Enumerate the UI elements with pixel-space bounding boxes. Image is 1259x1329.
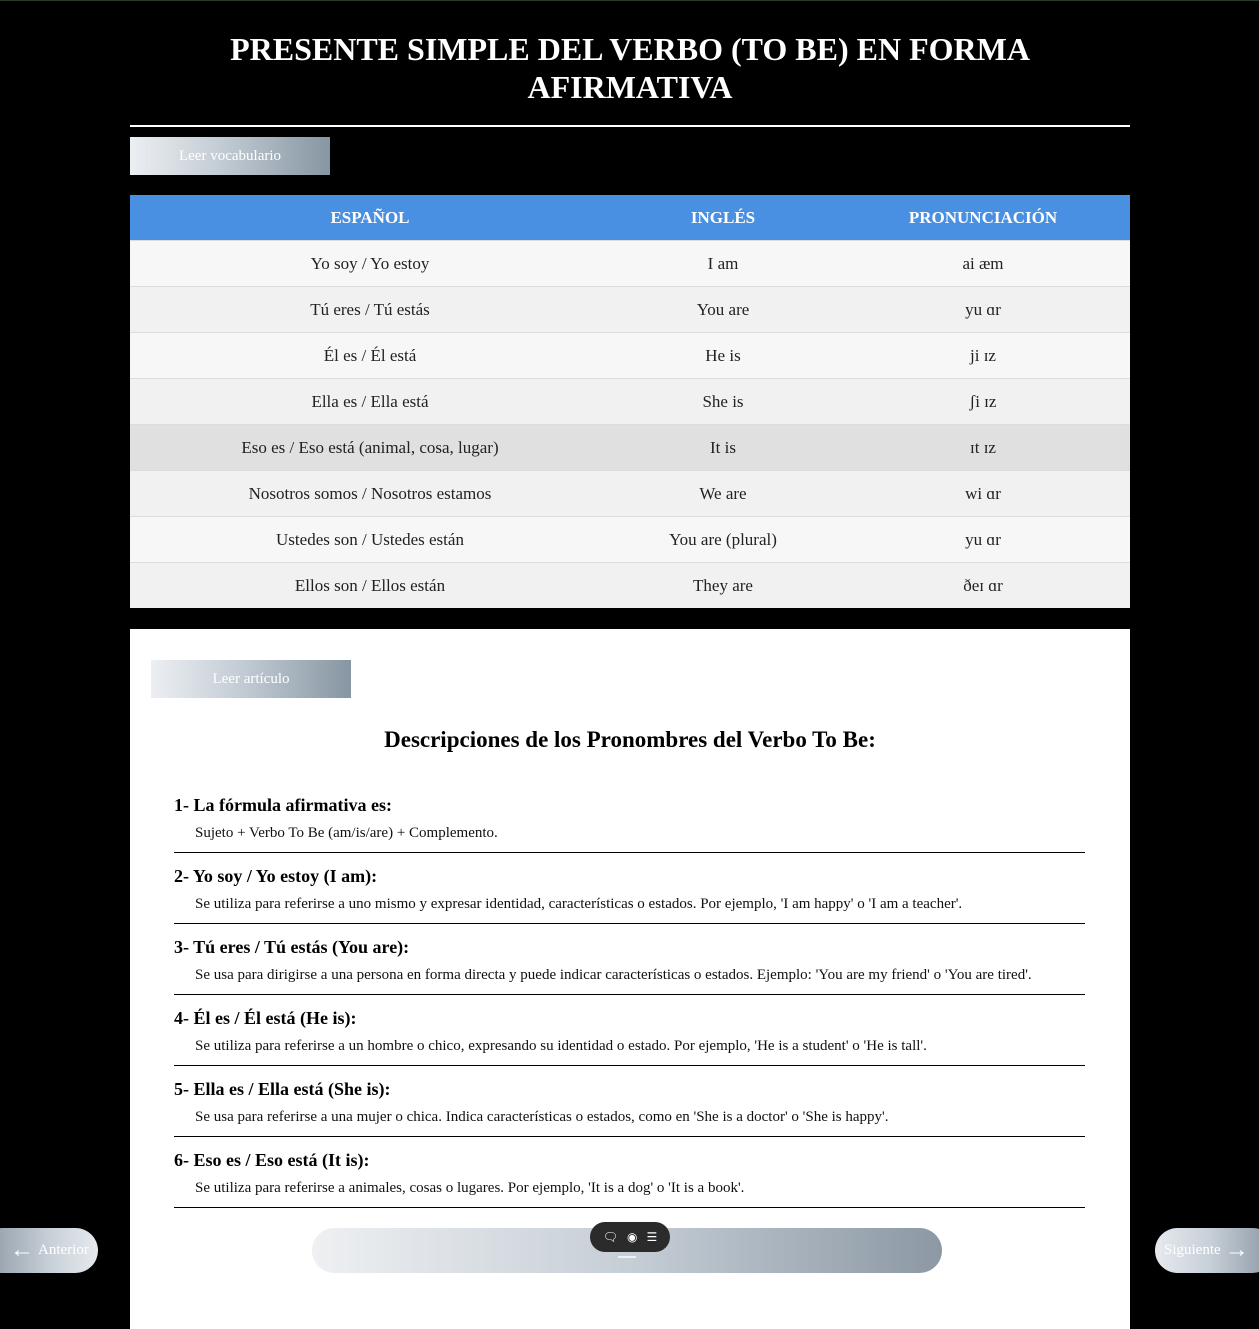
cell-pronunciation: ai æm	[836, 240, 1130, 287]
list-item: 2- Yo soy / Yo estoy (I am): Se utiliza …	[174, 865, 1085, 924]
cell-pronunciation: ðeɪ ɑr	[836, 562, 1130, 608]
item-heading: 6- Eso es / Eso está (It is):	[174, 1150, 370, 1170]
list-item: 6- Eso es / Eso está (It is): Se utiliza…	[174, 1149, 1085, 1208]
cell-spanish: Ellos son / Ellos están	[130, 562, 610, 608]
cell-spanish: Ella es / Ella está	[130, 378, 610, 425]
cell-english: You are	[610, 286, 836, 333]
cell-english: She is	[610, 378, 836, 425]
vocabulary-table: ESPAÑOL INGLÉS PRONUNCIACIÓN Yo soy / Yo…	[130, 195, 1130, 608]
cell-english: I am	[610, 240, 836, 287]
cell-spanish: Ustedes son / Ustedes están	[130, 516, 610, 563]
cell-pronunciation: ɪt ɪz	[836, 424, 1130, 471]
drag-handle[interactable]	[618, 1256, 636, 1258]
column-header-english: INGLÉS	[610, 195, 836, 241]
arrow-right-icon: →	[1224, 1237, 1249, 1263]
cell-english: You are (plural)	[610, 516, 836, 563]
previous-label: Anterior	[38, 1242, 89, 1258]
page-title: PRESENTE SIMPLE DEL VERBO (TO BE) EN FOR…	[230, 31, 1030, 105]
item-heading: 4- Él es / Él está (He is):	[174, 1008, 357, 1028]
item-text: Se utiliza para referirse a un hombre o …	[195, 1038, 927, 1054]
item-text: Se utiliza para referirse a uno mismo y …	[195, 896, 963, 912]
article-list: 1- La fórmula afirmativa es: Sujeto + Ve…	[174, 794, 1085, 1220]
next-label: Siguiente	[1164, 1242, 1221, 1258]
cell-pronunciation: ʃi ɪz	[836, 378, 1130, 425]
read-article-button[interactable]: Leer artículo	[151, 660, 351, 698]
tool-pill: 🗨︎ ◉ ☰	[590, 1222, 670, 1252]
table-row: Él es / Él está He is ji ɪz	[130, 332, 1130, 379]
arrow-left-icon: ←	[10, 1237, 34, 1263]
read-vocabulary-button[interactable]: Leer vocabulario	[130, 137, 330, 175]
table-header-row: ESPAÑOL INGLÉS PRONUNCIACIÓN	[130, 195, 1130, 241]
cell-pronunciation: yu ɑr	[836, 516, 1130, 563]
cell-spanish: Él es / Él está	[130, 332, 610, 379]
article-title: Descripciones de los Pronombres del Verb…	[384, 727, 876, 752]
comment-icon[interactable]: 🗨︎	[603, 1231, 618, 1243]
list-item: 1- La fórmula afirmativa es: Sujeto + Ve…	[174, 794, 1085, 853]
cell-spanish: Nosotros somos / Nosotros estamos	[130, 470, 610, 517]
cell-spanish: Yo soy / Yo estoy	[130, 240, 610, 287]
table-row: Ustedes son / Ustedes están You are (plu…	[130, 516, 1130, 563]
column-header-spanish: ESPAÑOL	[130, 195, 610, 241]
table-row: Tú eres / Tú estás You are yu ɑr	[130, 286, 1130, 333]
item-heading: 5- Ella es / Ella está (She is):	[174, 1079, 391, 1099]
cell-pronunciation: yu ɑr	[836, 286, 1130, 333]
item-heading: 3- Tú eres / Tú estás (You are):	[174, 937, 410, 957]
item-text: Se utiliza para referirse a animales, co…	[195, 1180, 745, 1196]
list-item: 5- Ella es / Ella está (She is): Se usa …	[174, 1078, 1085, 1137]
item-text: Se usa para referirse a una mujer o chic…	[195, 1109, 889, 1125]
item-text: Se usa para dirigirse a una persona en f…	[195, 967, 1032, 983]
table-row: Nosotros somos / Nosotros estamos We are…	[130, 470, 1130, 517]
table-row: Ella es / Ella está She is ʃi ɪz	[130, 378, 1130, 425]
table-row: Yo soy / Yo estoy I am ai æm	[130, 240, 1130, 287]
column-header-pronunciation: PRONUNCIACIÓN	[836, 195, 1130, 241]
cell-english: It is	[610, 424, 836, 471]
cell-english: They are	[610, 562, 836, 608]
cell-pronunciation: wi ɑr	[836, 470, 1130, 517]
table-row: Ellos son / Ellos están They are ðeɪ ɑr	[130, 562, 1130, 608]
cell-spanish: Eso es / Eso está (animal, cosa, lugar)	[130, 424, 610, 471]
top-border	[0, 0, 1259, 1]
table-row: Eso es / Eso está (animal, cosa, lugar) …	[130, 424, 1130, 471]
title-divider	[130, 125, 1130, 127]
cell-pronunciation: ji ɪz	[836, 332, 1130, 379]
item-text: Sujeto + Verbo To Be (am/is/are) + Compl…	[195, 825, 498, 841]
list-icon[interactable]: ☰	[646, 1231, 657, 1243]
previous-button[interactable]: ← Anterior	[0, 1228, 98, 1273]
eye-icon[interactable]: ◉	[627, 1231, 637, 1243]
cell-spanish: Tú eres / Tú estás	[130, 286, 610, 333]
item-heading: 1- La fórmula afirmativa es:	[174, 795, 392, 815]
list-item: 4- Él es / Él está (He is): Se utiliza p…	[174, 1007, 1085, 1066]
cell-english: We are	[610, 470, 836, 517]
item-heading: 2- Yo soy / Yo estoy (I am):	[174, 866, 378, 886]
cell-english: He is	[610, 332, 836, 379]
list-item: 3- Tú eres / Tú estás (You are): Se usa …	[174, 936, 1085, 995]
next-button[interactable]: Siguiente →	[1155, 1228, 1259, 1273]
